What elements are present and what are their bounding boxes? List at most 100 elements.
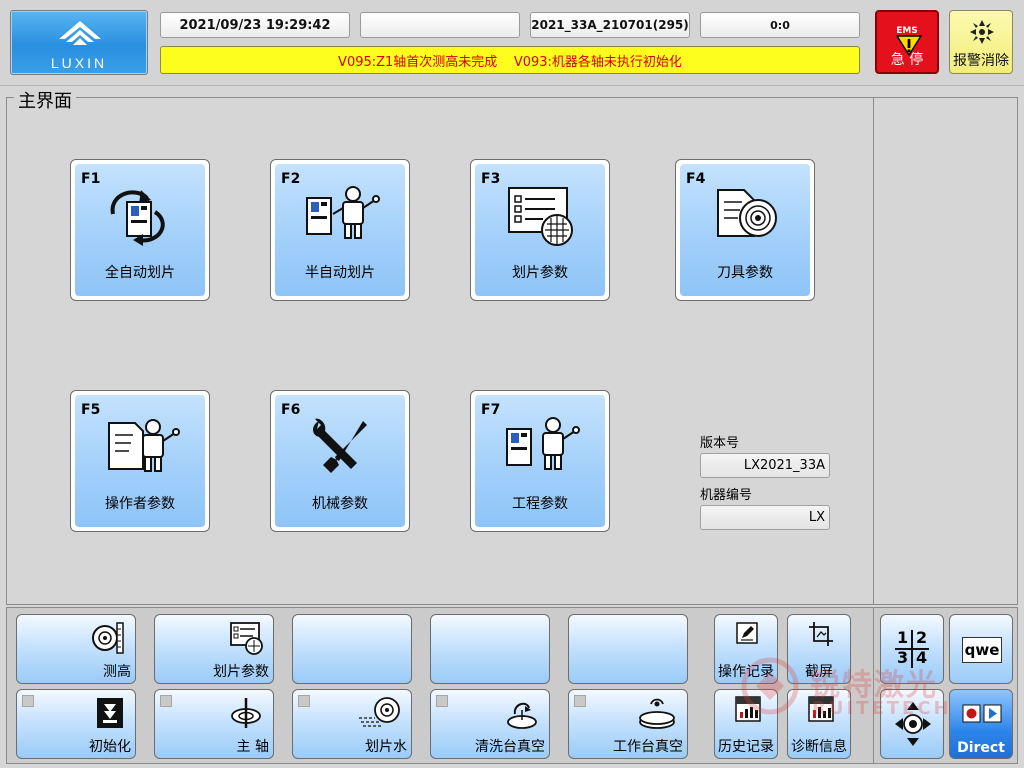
button-label: 操作记录 [718, 664, 774, 680]
direct-label: Direct [957, 740, 1005, 756]
direct-mode-button[interactable]: Direct [949, 689, 1013, 759]
header-bar: LUXIN 2021/09/23 19:29:42 2021_33A_21070… [0, 0, 1024, 86]
version-value: LX2021_33A [700, 453, 830, 478]
alarm-reset-label: 报警消除 [953, 53, 1009, 69]
clean-table-vacuum-button[interactable]: 清洗台真空 [430, 689, 550, 759]
spindle-button[interactable]: 主 轴 [154, 689, 274, 759]
function-key-label: F3 [481, 171, 501, 187]
initialize-icon [97, 698, 123, 728]
diagnostics-icon [808, 696, 834, 722]
button-label: 主 轴 [236, 739, 269, 755]
dicing-params-icon [230, 622, 263, 655]
height-measure-button[interactable]: 测高 [16, 614, 136, 684]
status-indicator [436, 695, 448, 707]
jog-direction-button[interactable] [880, 689, 944, 759]
height-measure-icon [92, 622, 124, 654]
blade-params-icon [717, 189, 777, 237]
company-logo: LUXIN [10, 10, 148, 75]
function-label: 操作者参数 [105, 496, 175, 512]
ems-label: 急 停 [890, 52, 924, 68]
work-table-vacuum-button[interactable]: 工作台真空 [568, 689, 688, 759]
keyboard-icon-label: qwe [962, 637, 1002, 663]
empty-slot-button-2[interactable] [430, 614, 550, 684]
screenshot-button[interactable]: 截屏 [787, 614, 851, 684]
initialize-button[interactable]: 初始化 [16, 689, 136, 759]
version-label: 版本号 [700, 436, 740, 451]
work-table-vacuum-icon [639, 698, 675, 729]
f4-blade-params-button[interactable]: F4 刀具参数 [675, 159, 815, 301]
dicing-params-icon [508, 187, 573, 246]
dicing-params-quick-button[interactable]: 划片参数 [154, 614, 274, 684]
function-label: 工程参数 [512, 496, 568, 512]
keypad-digit-4: 4 [916, 648, 928, 667]
function-key-label: F1 [81, 171, 101, 187]
screenshot-icon [809, 622, 833, 646]
button-label: 划片水 [365, 739, 407, 755]
diagnostics-button[interactable]: 诊断信息 [787, 689, 851, 759]
keyboard-button[interactable]: qwe [949, 614, 1013, 684]
status-indicator [574, 695, 586, 707]
operator-params-icon [108, 419, 180, 472]
status-indicator [22, 695, 34, 707]
empty-slot-button-1[interactable] [292, 614, 412, 684]
function-label: 划片参数 [512, 265, 568, 281]
history-icon [735, 696, 761, 722]
clean-table-vacuum-icon [507, 702, 537, 729]
function-key-label: F6 [281, 402, 301, 418]
operation-log-button[interactable]: 操作记录 [714, 614, 778, 684]
keypad-digit-2: 2 [916, 628, 928, 647]
spindle-icon [231, 698, 261, 728]
operation-log-icon [736, 622, 758, 644]
logo-text: LUXIN [50, 55, 108, 71]
engineering-params-icon [506, 417, 580, 470]
logo-icon [59, 21, 101, 45]
f3-dicing-params-button[interactable]: F3 划片参数 [470, 159, 610, 301]
f5-operator-params-button[interactable]: F5 操作者参数 [70, 390, 210, 532]
f2-semi-auto-dicing-button[interactable]: F2 半自动划片 [270, 159, 410, 301]
bottom-toolbar: 测高 划片参数 初始化 主 轴 划片水 清洗台真空 工作台真空 操作记录 截屏 … [6, 607, 1018, 764]
function-key-label: F2 [281, 171, 301, 187]
direct-mode-icon [962, 704, 1002, 723]
toolbar-divider [873, 608, 874, 763]
status-indicator [298, 695, 310, 707]
function-label: 半自动划片 [305, 265, 375, 281]
program-display: 2021_33A_210701(295) [530, 12, 690, 38]
button-label: 测高 [103, 664, 131, 680]
machine-number-label: 机器编号 [700, 488, 753, 503]
empty-slot-button-3[interactable] [568, 614, 688, 684]
button-label: 初始化 [89, 739, 131, 755]
history-button[interactable]: 历史记录 [714, 689, 778, 759]
mechanical-params-icon [313, 418, 367, 473]
function-key-label: F7 [481, 402, 501, 418]
semi-auto-dicing-icon [306, 186, 380, 239]
counter-display: 0:0 [700, 12, 860, 38]
alarm-clear-icon [970, 20, 994, 44]
function-label: 刀具参数 [717, 265, 773, 281]
button-label: 截屏 [805, 664, 833, 680]
jog-arrows-icon [895, 702, 931, 746]
f7-engineering-params-button[interactable]: F7 工程参数 [470, 390, 610, 532]
button-label: 历史记录 [718, 739, 774, 755]
machine-number-value: LX [700, 505, 830, 530]
numeric-keypad-button[interactable]: 1 2 3 4 [880, 614, 944, 684]
button-label: 划片参数 [213, 664, 269, 680]
status-indicator [160, 695, 172, 707]
page-title: 主界面 [14, 87, 76, 113]
function-key-label: F4 [686, 171, 706, 187]
keypad-digit-3: 3 [897, 648, 909, 667]
button-label: 清洗台真空 [475, 739, 545, 755]
emergency-stop-button[interactable]: EMS 急 停 [875, 10, 939, 74]
alarm-reset-button[interactable]: 报警消除 [949, 10, 1013, 74]
f1-auto-dicing-button[interactable]: F1 全自动划片 [70, 159, 210, 301]
alarm-message-bar: V095:Z1轴首次测高未完成 V093:机器各轴未执行初始化 [160, 46, 860, 74]
datetime-display: 2021/09/23 19:29:42 [160, 12, 350, 38]
f6-mechanical-params-button[interactable]: F6 机械参数 [270, 390, 410, 532]
auto-dicing-icon [110, 190, 165, 246]
function-label: 全自动划片 [105, 265, 175, 281]
right-side-panel [874, 97, 1018, 605]
keypad-digit-1: 1 [897, 628, 909, 647]
function-key-label: F5 [81, 402, 101, 418]
blank-status-field [360, 12, 520, 38]
dicing-water-button[interactable]: 划片水 [292, 689, 412, 759]
function-label: 机械参数 [312, 496, 368, 512]
